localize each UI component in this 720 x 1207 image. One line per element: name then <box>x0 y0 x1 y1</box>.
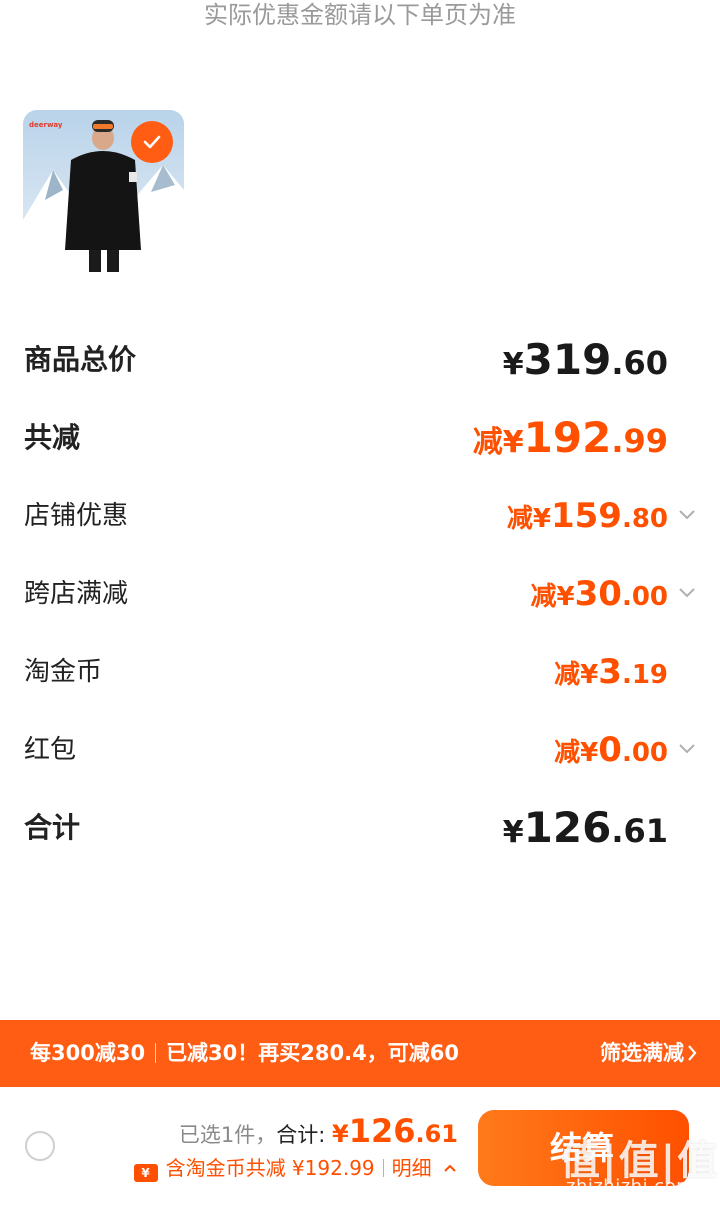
savings-summary[interactable]: ¥ 含淘金币共减 ¥192.99 明细 <box>133 1153 458 1183</box>
row-label: 合计 <box>24 811 81 844</box>
amount-dec: .60 <box>611 344 668 382</box>
row-amount: ¥126.61 <box>503 798 668 867</box>
amount-prefix: ¥ <box>502 347 524 382</box>
total-dec: .61 <box>415 1120 458 1148</box>
total-int: 126 <box>348 1112 416 1150</box>
row-amount: ¥319.60 <box>503 330 668 399</box>
amount-prefix: 减¥ <box>472 425 524 460</box>
row-total-discount: 共减 减¥192.99 <box>24 408 700 468</box>
row-label: 红包 <box>24 735 77 765</box>
row-amount: 减¥3.19 <box>554 642 668 708</box>
row-label: 淘金币 <box>24 657 103 687</box>
selected-count: 已选1件， <box>178 1123 277 1147</box>
price-notice: 实际优惠金额请以下单页为准 <box>204 1 516 29</box>
row-red-packet[interactable]: 红包 减¥0.00 <box>24 720 700 780</box>
row-label: 商品总价 <box>24 343 137 376</box>
row-grand-total: 合计 ¥126.61 <box>24 798 700 858</box>
promo-divider <box>155 1043 157 1063</box>
row-label: 共减 <box>24 421 81 454</box>
amount-int: 159 <box>550 496 622 536</box>
chevron-down-icon[interactable] <box>676 504 698 526</box>
row-store-discount[interactable]: 店铺优惠 减¥159.80 <box>24 486 700 546</box>
total-amount: ¥126.61 <box>332 1112 458 1150</box>
row-amount: 减¥192.99 <box>473 408 668 477</box>
chevron-right-icon[interactable] <box>686 1043 698 1063</box>
amount-dec: .00 <box>621 738 668 768</box>
total-prefix: ¥ <box>331 1120 349 1148</box>
amount-int: 30 <box>574 574 622 614</box>
watermark-url: zhizhizhi.com <box>566 1176 695 1197</box>
savings-divider <box>382 1159 384 1177</box>
amount-int: 3 <box>598 652 622 692</box>
amount-prefix: 减¥ <box>554 660 599 690</box>
amount-dec: .19 <box>621 660 668 690</box>
details-link[interactable]: 明细 <box>392 1156 432 1180</box>
amount-prefix: 减¥ <box>506 504 551 534</box>
chevron-down-icon[interactable] <box>676 582 698 604</box>
amount-dec: .80 <box>621 504 668 534</box>
row-cross-store-discount[interactable]: 跨店满减 减¥30.00 <box>24 564 700 624</box>
brand-logo-text: deerway <box>29 121 63 129</box>
chevron-up-icon[interactable] <box>442 1162 458 1174</box>
savings-text: 含淘金币共减 ¥192.99 <box>165 1156 375 1180</box>
checkmark-icon <box>143 135 161 149</box>
row-label: 跨店满减 <box>24 579 129 609</box>
row-coins: 淘金币 减¥3.19 <box>24 642 700 702</box>
promo-bar: 每300减30 已减30！再买280.4，可减60 筛选满减 <box>0 1020 720 1087</box>
select-all-checkbox[interactable] <box>25 1131 55 1161</box>
row-amount: 减¥159.80 <box>507 486 668 552</box>
amount-dec: .00 <box>621 582 668 612</box>
amount-prefix: 减¥ <box>554 738 599 768</box>
row-label: 店铺优惠 <box>24 501 129 531</box>
promo-rule: 每300减30 <box>30 1041 146 1065</box>
amount-int: 126 <box>523 803 612 852</box>
amount-dec: .99 <box>611 422 668 460</box>
amount-int: 319 <box>523 335 612 384</box>
amount-prefix: 减¥ <box>530 582 575 612</box>
filter-full-discount-link[interactable]: 筛选满减 <box>600 1020 684 1087</box>
amount-int: 0 <box>598 730 622 770</box>
promo-text: 每300减30 已减30！再买280.4，可减60 <box>30 1020 459 1087</box>
coupon-icon: ¥ <box>133 1164 158 1182</box>
total-label: 合计: <box>276 1123 332 1147</box>
amount-int: 192 <box>523 413 612 462</box>
chevron-down-icon[interactable] <box>676 738 698 760</box>
product-selected-checkbox[interactable] <box>131 121 173 163</box>
promo-status: 已减30！再买280.4，可减60 <box>166 1041 459 1065</box>
row-amount: 减¥0.00 <box>554 720 668 786</box>
amount-dec: .61 <box>611 812 668 850</box>
row-item-total: 商品总价 ¥319.60 <box>24 330 700 390</box>
amount-prefix: ¥ <box>502 815 524 850</box>
row-amount: 减¥30.00 <box>531 564 668 630</box>
